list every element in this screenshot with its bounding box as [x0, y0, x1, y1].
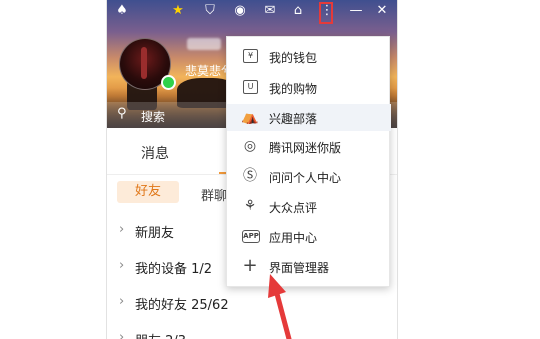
top-toolbar: ♠ ★ ⛉ ◉ ✉ ⌂ ⋮ — ✕	[107, 2, 397, 24]
menu-item-label: 问问个人中心	[269, 171, 342, 185]
group-label: 我的设备 1/2	[135, 262, 213, 277]
close-icon[interactable]: ✕	[373, 2, 391, 20]
blurred-info	[187, 38, 221, 50]
menu-item-label: 应用中心	[269, 231, 318, 245]
menu-item-label: 兴趣部落	[269, 112, 318, 126]
group-label: 新朋友	[135, 226, 175, 241]
app-icon: APP	[242, 230, 260, 243]
subtab-groups[interactable]: 群聊	[201, 185, 227, 204]
highlight-box	[319, 2, 333, 24]
vip-star-icon[interactable]: ★	[169, 2, 187, 20]
mail-icon[interactable]: ✉	[261, 2, 279, 20]
menu-item-label: 我的购物	[269, 82, 318, 96]
group-row[interactable]: › 朋友 2/3	[107, 326, 397, 339]
menu-item-label: 我的钱包	[269, 51, 318, 65]
menu-item-ui-manager[interactable]: + 界面管理器	[227, 253, 391, 280]
chevron-right-icon: ›	[119, 222, 125, 237]
group-label: 朋友 2/3	[135, 330, 186, 339]
minimize-icon[interactable]: —	[347, 2, 365, 20]
chevron-right-icon: ›	[119, 330, 125, 339]
menu-item-tencent-mini[interactable]: ◎ 腾讯网迷你版	[227, 133, 391, 160]
wenwen-icon: Ⓢ	[243, 168, 257, 184]
menu-item-app-center[interactable]: APP 应用中心	[227, 223, 391, 250]
menu-item-shopping[interactable]: U 我的购物	[227, 74, 391, 101]
menu-item-wenwen[interactable]: Ⓢ 问问个人中心	[227, 163, 391, 190]
search-placeholder: 搜索	[141, 110, 166, 124]
menu-item-label: 腾讯网迷你版	[269, 141, 342, 155]
menu-item-label: 大众点评	[269, 201, 318, 215]
online-status-dot	[161, 75, 176, 90]
chevron-right-icon: ›	[119, 294, 125, 309]
tab-messages[interactable]: 消息	[141, 143, 169, 163]
menu-item-wallet[interactable]: ¥ 我的钱包	[227, 43, 391, 70]
plus-icon: +	[242, 255, 258, 276]
subtab-friends[interactable]: 好友	[117, 181, 179, 203]
more-dropdown-menu: ¥ 我的钱包 U 我的购物 ⛺ 兴趣部落 ◎ 腾讯网迷你版 Ⓢ 问问个人中心 ⚘…	[226, 36, 391, 287]
wallet-top-icon[interactable]: ◉	[231, 2, 249, 20]
chevron-right-icon: ›	[119, 258, 125, 273]
group-label: 我的好友 25/62	[135, 298, 229, 313]
penguin-icon[interactable]: ♠	[113, 2, 131, 20]
search-icon: ⚲	[117, 106, 127, 121]
menu-item-label: 界面管理器	[269, 261, 330, 275]
shirt-icon[interactable]: ⛉	[201, 2, 219, 20]
present-icon[interactable]: ⌂	[289, 2, 307, 20]
tencent-news-icon: ◎	[243, 138, 257, 154]
menu-item-buluo[interactable]: ⛺ 兴趣部落	[227, 104, 391, 131]
dianping-icon: ⚘	[243, 198, 257, 214]
menu-item-dianping[interactable]: ⚘ 大众点评	[227, 193, 391, 220]
wallet-icon: ¥	[243, 49, 258, 63]
shopping-bag-icon: U	[243, 80, 258, 94]
group-row[interactable]: › 我的好友 25/62	[107, 290, 397, 316]
tent-icon: ⛺	[241, 109, 259, 125]
